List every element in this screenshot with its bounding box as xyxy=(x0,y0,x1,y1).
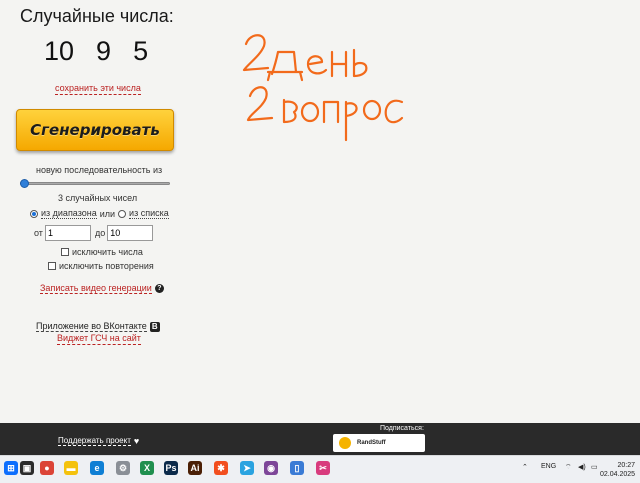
to-label: до xyxy=(94,228,106,238)
battery-icon[interactable]: ▭ xyxy=(591,463,598,471)
to-input[interactable] xyxy=(107,225,154,241)
settings-icon[interactable]: ⚙ xyxy=(116,461,130,475)
list-radio-label[interactable]: из списка xyxy=(129,208,169,219)
or-label: или xyxy=(99,208,116,219)
result-number: 5 xyxy=(133,36,149,66)
slider-track xyxy=(20,182,170,185)
result-number: 10 xyxy=(44,36,75,66)
save-numbers-link[interactable]: сохранить эти числа xyxy=(55,83,141,95)
vk-app-link[interactable]: Приложение во ВКонтакте В xyxy=(36,321,160,332)
vk-icon: В xyxy=(149,321,160,332)
illustrator-icon[interactable]: Ai xyxy=(188,461,202,475)
heart-icon: ♥ xyxy=(133,436,140,446)
subscribe-label: Подписаться: xyxy=(380,425,424,432)
generate-button[interactable]: Сгенерировать xyxy=(16,109,174,151)
sequence-label: новую последовательность из xyxy=(36,165,163,175)
record-video-link[interactable]: Записать видео генерации ? xyxy=(40,283,164,294)
excel-icon[interactable]: X xyxy=(140,461,154,475)
chrome-icon[interactable]: ● xyxy=(40,461,54,475)
clock-date: 02.04.2025 xyxy=(600,471,636,478)
photoshop-icon[interactable]: Ps xyxy=(164,461,178,475)
start-icon[interactable]: ⊞ xyxy=(4,461,18,475)
task-view-icon[interactable]: ▣ xyxy=(20,461,34,475)
from-label: от xyxy=(34,228,43,238)
record-video-label[interactable]: Записать видео генерации xyxy=(40,283,152,294)
wifi-icon[interactable]: ⌔ xyxy=(565,463,572,472)
file-explorer-icon[interactable]: ▬ xyxy=(64,461,78,475)
page-title: Случайные числа: xyxy=(20,6,174,26)
result-numbers: 10 9 5 xyxy=(44,36,170,67)
volume-icon[interactable]: ◀) xyxy=(578,463,586,471)
mode-selector: из диапазона или из списка xyxy=(30,208,169,219)
tor-icon[interactable]: ◉ xyxy=(264,461,278,475)
list-radio[interactable] xyxy=(118,209,127,218)
language-indicator[interactable]: ENG xyxy=(541,463,556,470)
range-inputs: от до xyxy=(34,225,157,241)
telegram-icon[interactable]: ➤ xyxy=(240,461,254,475)
edge-icon[interactable]: e xyxy=(90,461,104,475)
help-icon[interactable]: ? xyxy=(154,284,164,293)
taskbar-clock[interactable]: 20:27 02.04.2025 xyxy=(600,461,636,479)
widget-link[interactable]: Виджет ГСЧ на сайт xyxy=(57,333,141,345)
from-input[interactable] xyxy=(44,225,91,241)
snipping-tool-icon[interactable]: ✂ xyxy=(316,461,330,475)
slider-thumb[interactable] xyxy=(20,179,29,188)
exclude-repeats-label[interactable]: исключить повторения xyxy=(59,261,154,271)
vk-app-label[interactable]: Приложение во ВКонтакте xyxy=(36,321,147,332)
channel-name[interactable]: RandStuff xyxy=(357,440,386,446)
handwritten-note xyxy=(242,34,404,142)
count-label: 3 случайных чисел xyxy=(58,193,138,203)
range-radio[interactable] xyxy=(30,209,38,218)
exclude-repeats-checkbox[interactable] xyxy=(48,262,56,270)
support-project-link[interactable]: Поддержать проект ♥ xyxy=(58,436,139,446)
support-label[interactable]: Поддержать проект xyxy=(58,436,131,446)
exclude-repeats-option[interactable]: исключить повторения xyxy=(48,261,154,271)
count-slider[interactable] xyxy=(20,179,170,188)
tray-overflow-icon[interactable]: ⌃ xyxy=(522,463,528,471)
result-number: 9 xyxy=(96,36,112,66)
phone-link-icon[interactable]: ▯ xyxy=(290,461,304,475)
clock-time: 20:27 xyxy=(617,462,636,469)
exclude-numbers-option[interactable]: исключить числа xyxy=(61,247,143,257)
figma-icon[interactable]: ✱ xyxy=(214,461,228,475)
subscribe-card[interactable]: RandStuff xyxy=(333,434,425,452)
range-radio-label[interactable]: из диапазона xyxy=(41,208,97,219)
exclude-numbers-label[interactable]: исключить числа xyxy=(72,247,143,257)
randstuff-logo-icon xyxy=(339,437,351,449)
exclude-numbers-checkbox[interactable] xyxy=(61,248,69,256)
